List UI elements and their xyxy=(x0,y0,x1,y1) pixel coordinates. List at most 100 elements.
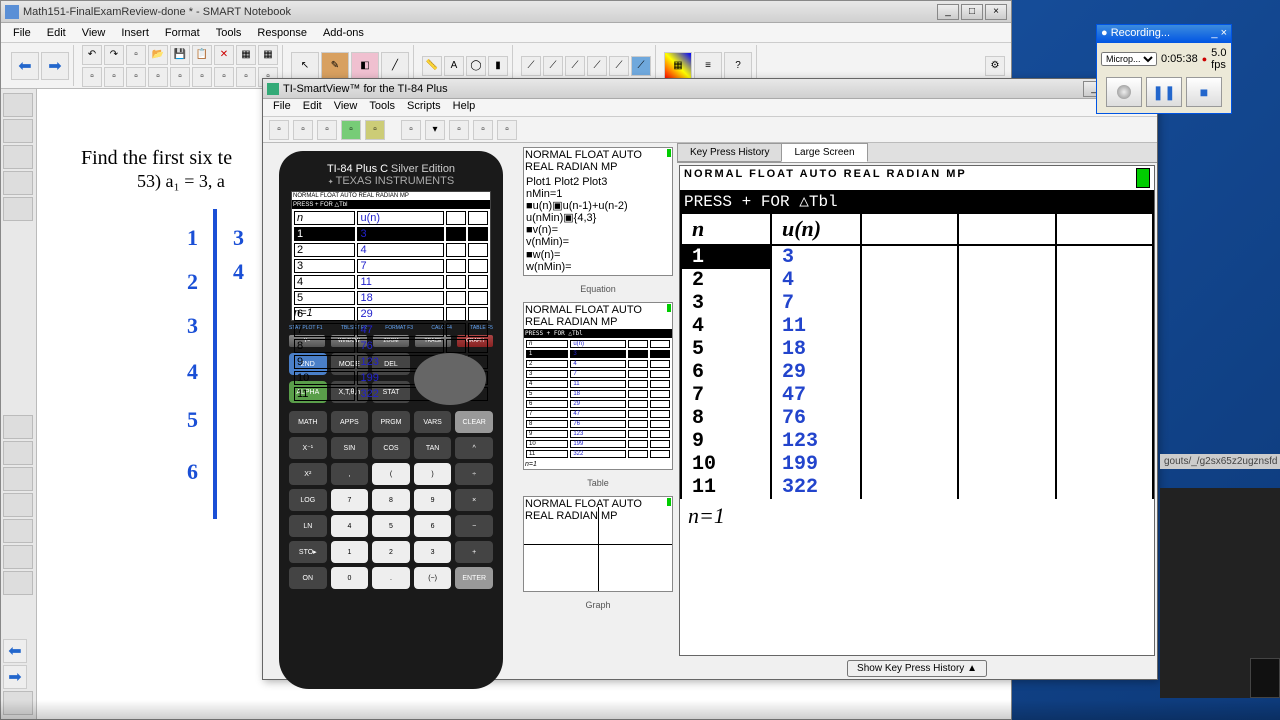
save-button[interactable]: 💾 xyxy=(170,45,190,65)
calc-key-sto[interactable]: STO▸ xyxy=(289,541,327,563)
scroll-left-icon[interactable]: ⬅ xyxy=(3,639,27,663)
sv-tb-7[interactable]: ▫ xyxy=(449,120,469,140)
tab-large-screen[interactable]: Large Screen xyxy=(781,143,867,162)
delete-button[interactable]: ✕ xyxy=(214,45,234,65)
calc-key-6[interactable]: 6 xyxy=(414,515,452,537)
calc-key-vars[interactable]: VARS xyxy=(414,411,452,433)
calc-key-apps[interactable]: APPS xyxy=(331,411,369,433)
calc-key-[interactable]: ^ xyxy=(455,437,493,459)
menu-format[interactable]: Format xyxy=(157,25,208,41)
redo-button[interactable]: ↷ xyxy=(104,45,124,65)
calc-key-9[interactable]: 9 xyxy=(414,489,452,511)
sv-menu-scripts[interactable]: Scripts xyxy=(401,99,447,116)
calc-key-0[interactable]: 0 xyxy=(331,567,369,589)
menu-addons[interactable]: Add-ons xyxy=(315,25,372,41)
select-tool[interactable]: ↖ xyxy=(291,52,319,80)
calc-key-[interactable]: ÷ xyxy=(455,463,493,485)
calc-key-cos[interactable]: COS xyxy=(372,437,410,459)
pen-style-2[interactable]: ⟋ xyxy=(543,56,563,76)
tab-key-history[interactable]: Key Press History xyxy=(677,143,782,162)
addons-icon[interactable] xyxy=(3,197,33,221)
page-sorter-icon[interactable] xyxy=(3,93,33,117)
calc-key-8[interactable]: 8 xyxy=(372,489,410,511)
pen-style-4[interactable]: ⟋ xyxy=(587,56,607,76)
settings-gear-icon[interactable]: ⚙ xyxy=(985,56,1005,76)
sv-tb-5[interactable]: ▫ xyxy=(365,120,385,140)
side-tool-3[interactable] xyxy=(3,467,33,491)
calc-key-x[interactable]: X⁻¹ xyxy=(289,437,327,459)
shape-tool[interactable]: ◯ xyxy=(466,56,486,76)
pen-color-blue[interactable]: ⟋ xyxy=(631,56,651,76)
side-tool-7[interactable] xyxy=(3,571,33,595)
sv-tb-6[interactable]: ▫ xyxy=(401,120,421,140)
side-tool-4[interactable] xyxy=(3,493,33,517)
sv-tb-4[interactable]: ▫ xyxy=(341,120,361,140)
line-tool[interactable]: ╱ xyxy=(381,52,409,80)
menu-insert[interactable]: Insert xyxy=(113,25,157,41)
calc-key-math[interactable]: MATH xyxy=(289,411,327,433)
calc-key-[interactable]: + xyxy=(455,541,493,563)
calc-key-on[interactable]: ON xyxy=(289,567,327,589)
calc-key-sin[interactable]: SIN xyxy=(331,437,369,459)
gallery-icon[interactable] xyxy=(3,119,33,143)
sv-tb-3[interactable]: ▫ xyxy=(317,120,337,140)
rec-device-select[interactable]: Microp... xyxy=(1101,52,1157,66)
menu-tools[interactable]: Tools xyxy=(208,25,250,41)
sv-menu-view[interactable]: View xyxy=(328,99,364,116)
attachments-icon[interactable] xyxy=(3,145,33,169)
calc-key-enter[interactable]: ENTER xyxy=(455,567,493,589)
table-button[interactable]: ▦ xyxy=(258,45,278,65)
calc-key-ln[interactable]: LN xyxy=(289,515,327,537)
side-tool-5[interactable] xyxy=(3,519,33,543)
menu-edit[interactable]: Edit xyxy=(39,25,74,41)
fill-tool[interactable]: ▮ xyxy=(488,56,508,76)
calc-key-log[interactable]: LOG xyxy=(289,489,327,511)
tb-btn-14[interactable]: ▫ xyxy=(192,67,212,87)
calc-key-[interactable]: ) xyxy=(414,463,452,485)
sv-menu-tools[interactable]: Tools xyxy=(363,99,401,116)
calc-key-5[interactable]: 5 xyxy=(372,515,410,537)
calc-key-4[interactable]: 4 xyxy=(331,515,369,537)
calc-dpad[interactable] xyxy=(414,353,486,405)
calc-key-[interactable]: (−) xyxy=(414,567,452,589)
line-weight-button[interactable]: ≡ xyxy=(694,52,722,80)
paste-button[interactable]: 📋 xyxy=(192,45,212,65)
calc-key-[interactable]: ( xyxy=(372,463,410,485)
menu-view[interactable]: View xyxy=(74,25,114,41)
next-page-button[interactable]: ➡ xyxy=(41,52,69,80)
tb-btn-10[interactable]: ▫ xyxy=(104,67,124,87)
rec-min-button[interactable]: _ xyxy=(1211,27,1217,39)
screen-shade-button[interactable]: ▦ xyxy=(236,45,256,65)
scroll-right-icon[interactable]: ➡ xyxy=(3,665,27,689)
undo-button[interactable]: ↶ xyxy=(82,45,102,65)
tb-btn-11[interactable]: ▫ xyxy=(126,67,146,87)
rec-close-button[interactable]: × xyxy=(1221,27,1227,39)
ruler-tool[interactable]: 📏 xyxy=(422,56,442,76)
tb-btn-15[interactable]: ▫ xyxy=(214,67,234,87)
pen-style-5[interactable]: ⟋ xyxy=(609,56,629,76)
calc-key-[interactable]: ‚ xyxy=(331,463,369,485)
pen-tool[interactable]: ✎ xyxy=(321,52,349,80)
minimize-button[interactable]: _ xyxy=(937,4,959,20)
calc-key-prgm[interactable]: PRGM xyxy=(372,411,410,433)
help-button[interactable]: ? xyxy=(724,52,752,80)
record-button[interactable] xyxy=(1106,77,1142,107)
text-tool[interactable]: A xyxy=(444,56,464,76)
close-button[interactable]: × xyxy=(985,4,1007,20)
calc-key-2[interactable]: 2 xyxy=(372,541,410,563)
sv-menu-file[interactable]: File xyxy=(267,99,297,116)
calc-key-[interactable]: . xyxy=(372,567,410,589)
sv-menu-edit[interactable]: Edit xyxy=(297,99,328,116)
calc-key-x[interactable]: X² xyxy=(289,463,327,485)
new-page-button[interactable]: ▫ xyxy=(126,45,146,65)
sv-tb-9[interactable]: ▫ xyxy=(497,120,517,140)
properties-icon[interactable] xyxy=(3,171,33,195)
recording-titlebar[interactable]: ● Recording... _ × xyxy=(1097,25,1231,43)
sv-tb-dropdown[interactable]: ▾ xyxy=(425,120,445,140)
side-tool-1[interactable] xyxy=(3,415,33,439)
calc-key-1[interactable]: 1 xyxy=(331,541,369,563)
sv-tb-1[interactable]: ▫ xyxy=(269,120,289,140)
prev-page-button[interactable]: ⬅ xyxy=(11,52,39,80)
tb-btn-13[interactable]: ▫ xyxy=(170,67,190,87)
calc-key-clear[interactable]: CLEAR xyxy=(455,411,493,433)
